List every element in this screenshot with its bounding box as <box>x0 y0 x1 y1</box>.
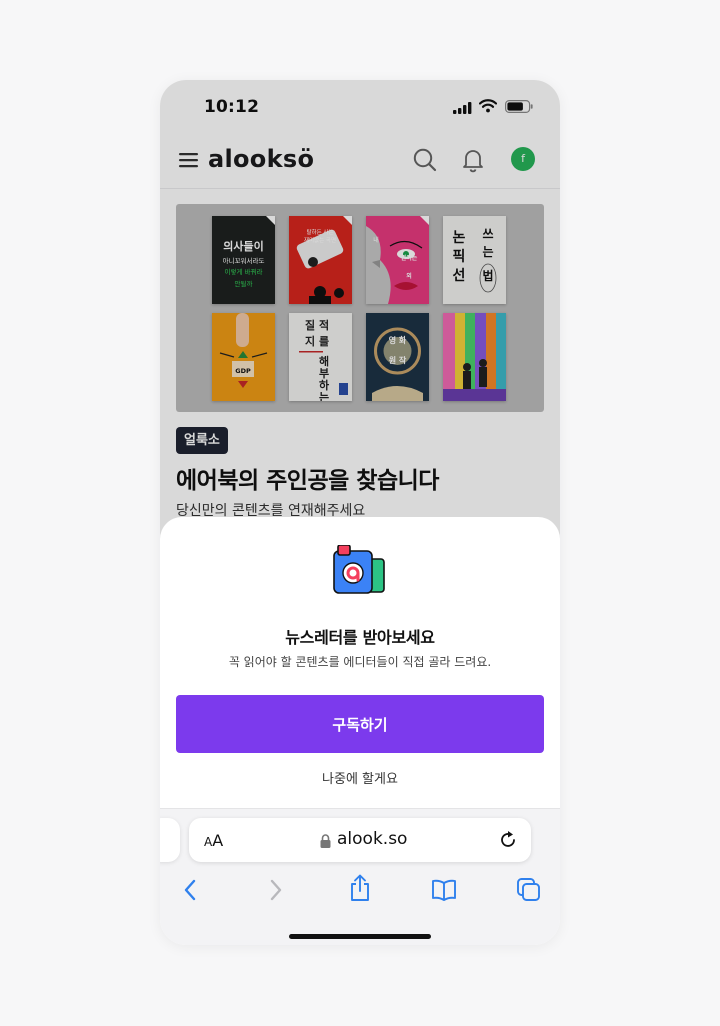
newsletter-app-icon <box>333 545 385 594</box>
reader-settings-button[interactable]: AA <box>204 831 223 850</box>
address-bar[interactable]: AA alook.so <box>189 818 531 862</box>
reload-icon[interactable] <box>498 830 518 850</box>
aa-small: A <box>204 835 213 849</box>
home-indicator <box>289 934 431 939</box>
forward-icon[interactable] <box>266 877 286 903</box>
newsletter-sheet: 뉴스레터를 받아보세요 꼭 읽어야 할 콘텐츠를 에디터들이 직접 골라 드려요… <box>160 517 560 808</box>
sheet-description: 꼭 읽어야 할 콘텐츠를 에디터들이 직접 골라 드려요. <box>228 655 492 669</box>
bookmarks-icon[interactable] <box>430 877 458 903</box>
tabs-icon[interactable] <box>516 877 542 903</box>
url-text[interactable]: alook.so <box>337 829 407 849</box>
later-link[interactable]: 나중에 할게요 <box>160 768 560 787</box>
subscribe-button[interactable]: 구독하기 <box>176 695 544 753</box>
aa-big: A <box>212 831 224 850</box>
phone-screen: 10:12 alooksö f 의사들이 아니꼬워서라도 이렇게 바꿔라 안될까… <box>160 80 560 945</box>
browser-toolbar: AA alook.so <box>160 808 560 945</box>
sheet-title: 뉴스레터를 받아보세요 <box>285 628 435 647</box>
previous-tab-peek[interactable] <box>160 818 180 862</box>
back-icon[interactable] <box>180 877 200 903</box>
share-icon[interactable] <box>348 873 372 903</box>
lock-icon <box>320 834 331 848</box>
page: 10:12 alooksö f 의사들이 아니꼬워서라도 이렇게 바꿔라 안될까… <box>160 80 560 808</box>
